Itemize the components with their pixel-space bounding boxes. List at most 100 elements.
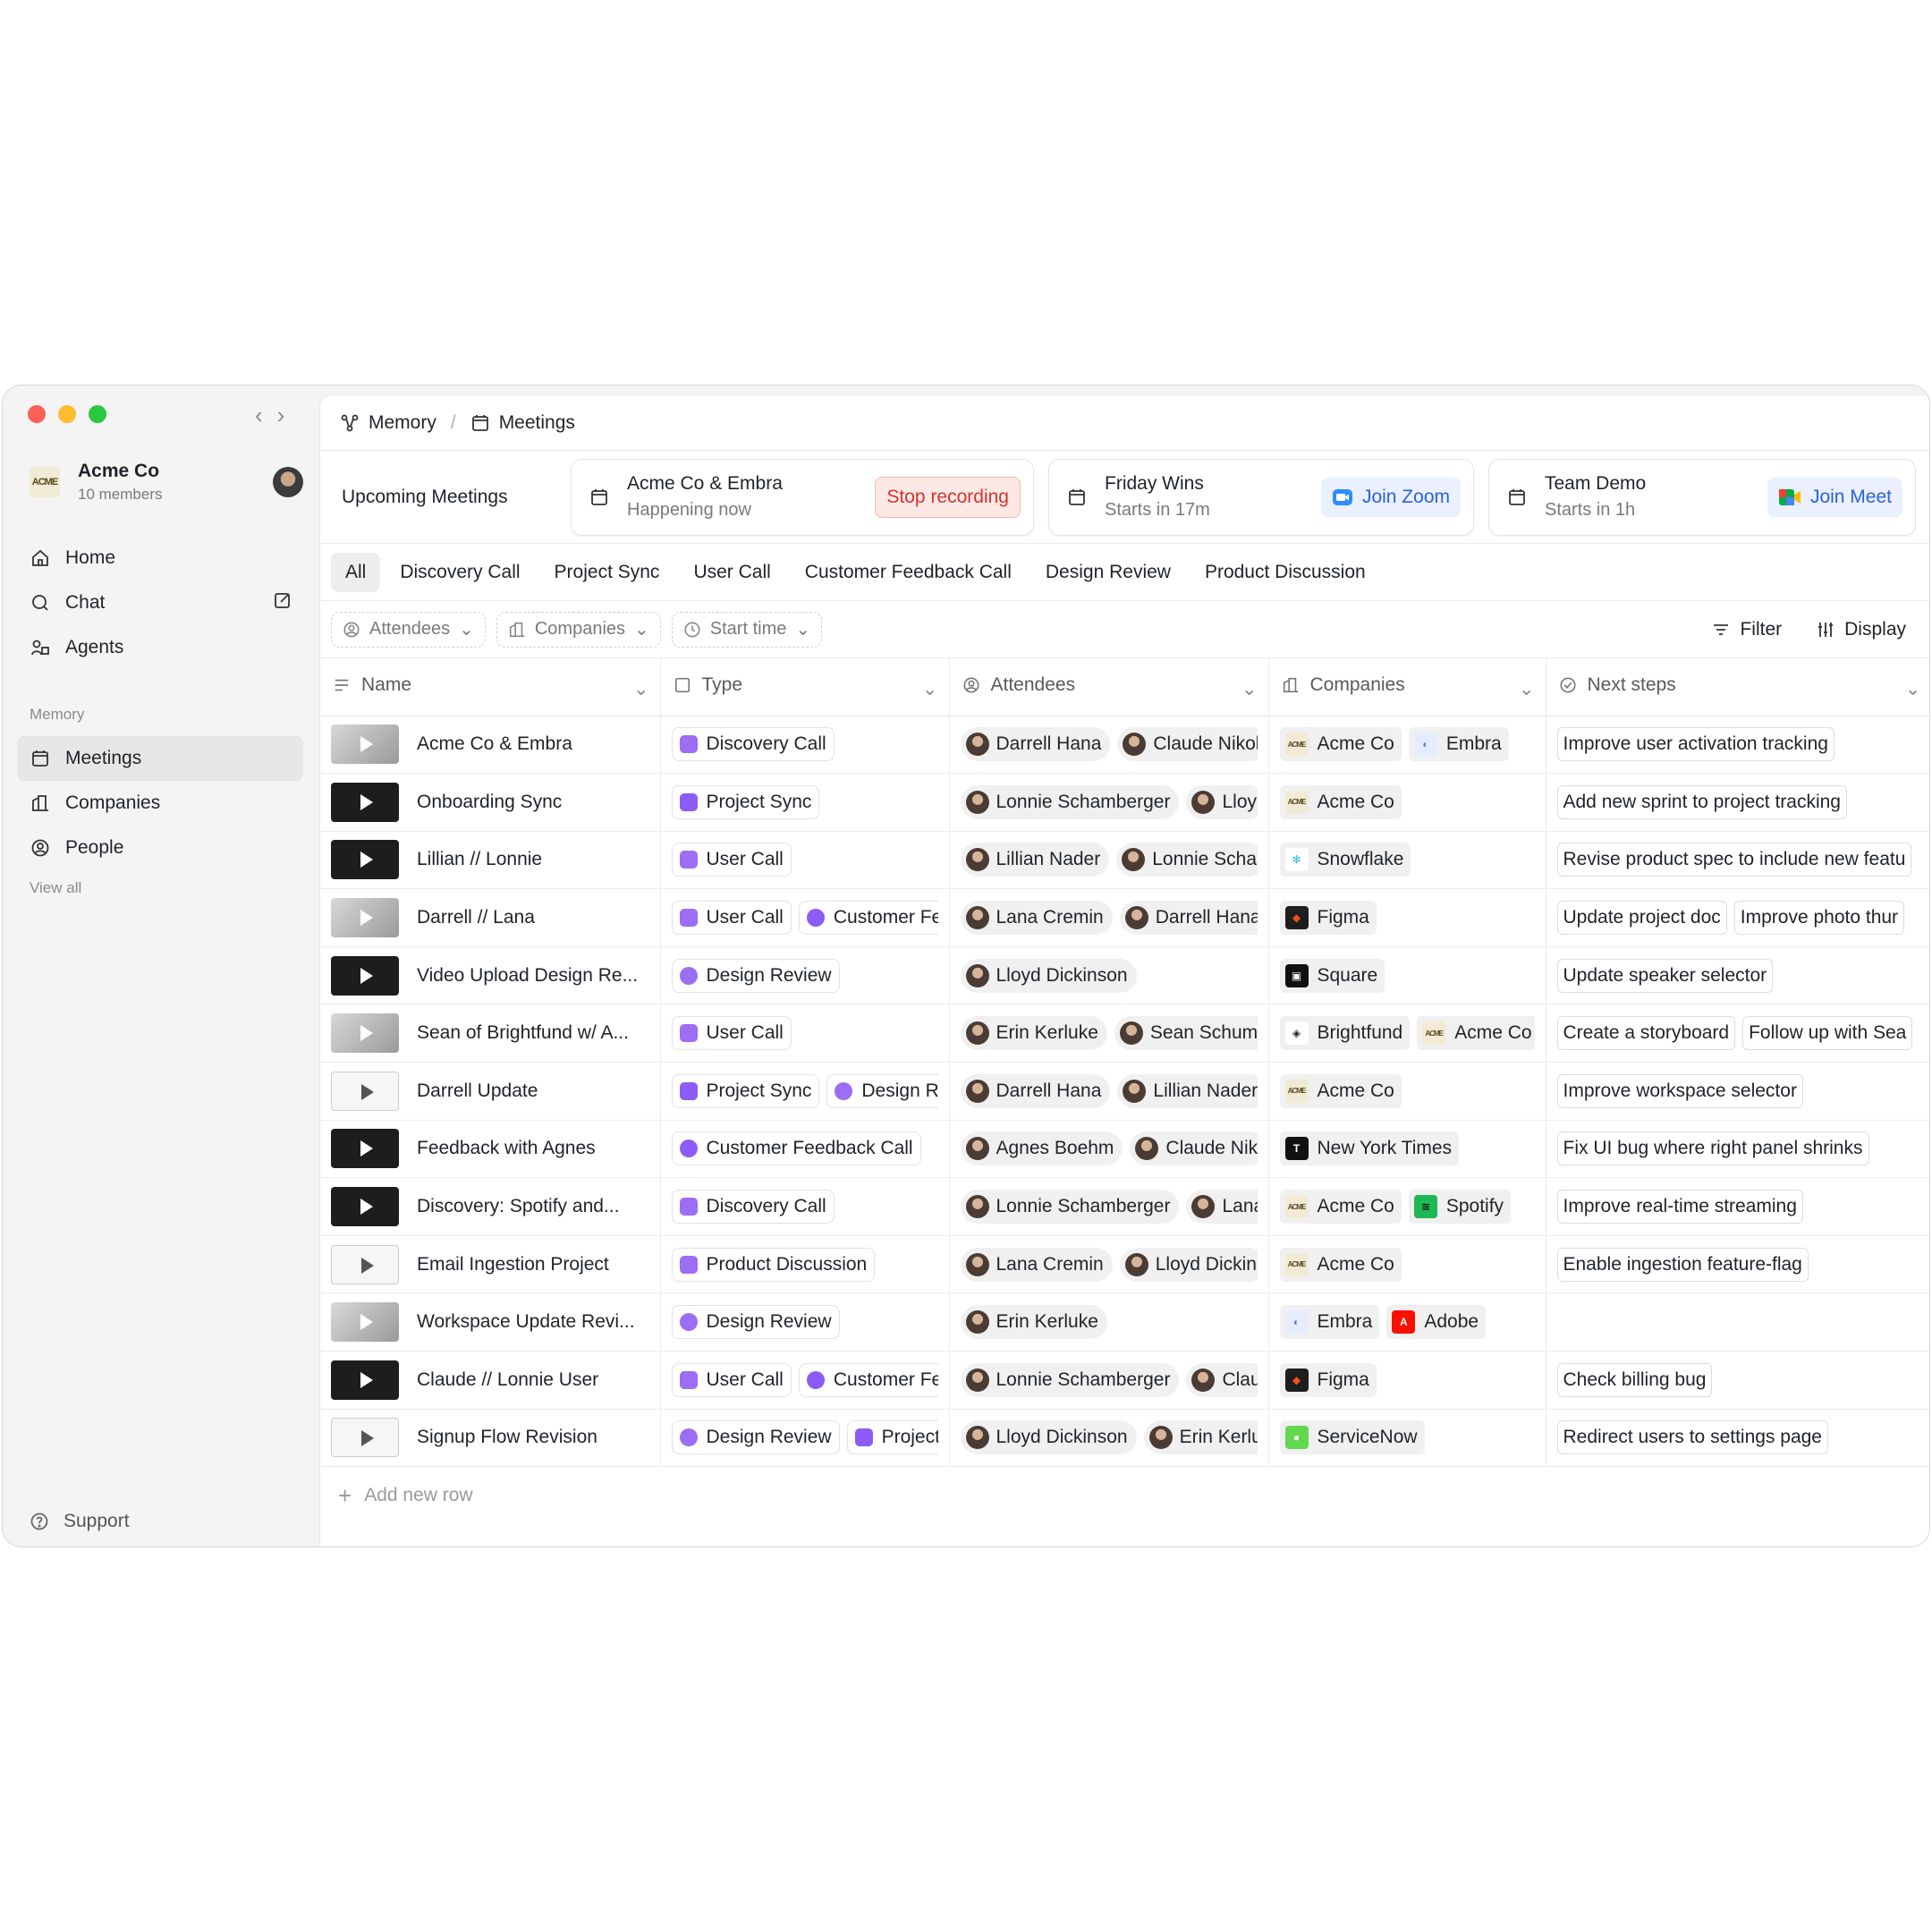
companies-cell[interactable]: ◐ Embra A Adobe (1268, 1292, 1546, 1352)
type-cell[interactable]: Design Review Project (660, 1409, 950, 1468)
attendees-cell[interactable]: Lloyd Dickinson (949, 946, 1269, 1005)
sidebar-item-meetings[interactable]: Meetings (17, 736, 303, 781)
breadcrumb-root[interactable]: Memory (369, 412, 436, 434)
recording-thumbnail-icon[interactable] (331, 1360, 399, 1400)
table-row[interactable]: Feedback with Agnes Customer Feedback Cal… (320, 1120, 1929, 1179)
next-steps-cell[interactable]: Revise product spec to include new featu (1546, 831, 1929, 890)
start-time-filter[interactable]: Start time ⌄ (671, 611, 823, 648)
chevron-down-icon[interactable]: ⌄ (1905, 678, 1921, 700)
company-chip[interactable]: ACME Acme Co (1279, 1190, 1402, 1224)
attendees-cell[interactable]: Lonnie Schamberger Lloy (949, 773, 1269, 832)
company-chip[interactable]: ACME Acme Co (1279, 784, 1402, 819)
attendees-cell[interactable]: Lonnie Schamberger Clau (949, 1351, 1269, 1410)
next-step-chip[interactable]: Update speaker selector (1556, 958, 1774, 993)
sidebar-item-people[interactable]: People (17, 826, 303, 870)
company-chip[interactable]: ≋ Spotify (1408, 1190, 1512, 1224)
company-chip[interactable]: ◆ Figma (1279, 901, 1377, 936)
next-step-chip[interactable]: Follow up with Sea (1742, 1016, 1913, 1051)
attendee-chip[interactable]: Claude Nik (1130, 1131, 1258, 1166)
next-steps-cell[interactable]: Improve user activation tracking (1546, 716, 1929, 775)
next-steps-cell[interactable]: Redirect users to settings page (1546, 1409, 1929, 1468)
tab-discovery-call[interactable]: Discovery Call (386, 553, 534, 592)
table-row[interactable]: Discovery: Spotify and... Discovery Call L… (320, 1177, 1929, 1236)
table-row[interactable]: Workspace Update Revi... Design Review Eri… (320, 1292, 1929, 1352)
next-step-chip[interactable]: Fix UI bug where right panel shrinks (1556, 1131, 1869, 1166)
attendee-chip[interactable]: Lillian Nader (1117, 1073, 1258, 1108)
attendee-chip[interactable]: Lloyd Dickinson (960, 1420, 1137, 1455)
company-chip[interactable]: ACME Acme Co (1279, 1073, 1402, 1108)
attendee-chip[interactable]: Clau (1186, 1362, 1258, 1397)
attendee-chip[interactable]: Sean Schumi (1114, 1016, 1258, 1051)
chevron-down-icon[interactable]: ⌄ (633, 678, 649, 700)
recording-thumbnail-icon[interactable] (331, 782, 399, 822)
tab-all[interactable]: All (331, 552, 381, 592)
table-row[interactable]: Email Ingestion Project Product Discussio… (320, 1235, 1929, 1294)
display-button[interactable]: Display (1816, 619, 1906, 640)
table-row[interactable]: Darrell // Lana User Call Customer Fe Lana … (320, 888, 1929, 947)
name-cell[interactable]: Darrell // Lana (320, 888, 661, 947)
companies-cell[interactable]: ACME Acme Co (1268, 1235, 1546, 1294)
attendees-cell[interactable]: Lonnie Schamberger Lana (949, 1177, 1269, 1236)
chevron-down-icon[interactable]: ⌄ (1519, 678, 1535, 700)
name-cell[interactable]: Signup Flow Revision (320, 1409, 661, 1468)
next-steps-cell[interactable]: Update speaker selector (1546, 946, 1929, 1005)
new-chat-icon[interactable] (273, 590, 292, 615)
attendee-chip[interactable]: Agnes Boehm (960, 1131, 1123, 1166)
next-step-chip[interactable]: Improve photo thur (1733, 901, 1905, 936)
column-header-attendees[interactable]: Attendees ⌄ (949, 658, 1269, 716)
next-steps-cell[interactable]: Improve workspace selector (1546, 1062, 1929, 1121)
recording-thumbnail-icon[interactable] (331, 1129, 399, 1169)
company-chip[interactable]: A Adobe (1386, 1305, 1487, 1340)
companies-cell[interactable]: ✻ Snowflake (1268, 831, 1546, 890)
attendee-chip[interactable]: Erin Kerluke (960, 1305, 1107, 1340)
table-row[interactable]: Signup Flow Revision Design Review Project… (320, 1409, 1929, 1468)
companies-cell[interactable]: ACME Acme Co ◐ Embra (1268, 716, 1546, 775)
next-step-chip[interactable]: Improve workspace selector (1556, 1073, 1803, 1108)
companies-cell[interactable]: ACME Acme Co (1268, 1062, 1546, 1121)
forward-arrow-icon[interactable]: › (277, 402, 285, 429)
next-steps-cell[interactable] (1546, 1292, 1929, 1352)
type-cell[interactable]: Design Review (660, 946, 950, 1005)
company-chip[interactable]: ACME Acme Co (1417, 1016, 1535, 1051)
attendees-cell[interactable]: Lloyd Dickinson Erin Kerlu (949, 1409, 1269, 1468)
tab-customer-feedback-call[interactable]: Customer Feedback Call (791, 553, 1026, 592)
name-cell[interactable]: Feedback with Agnes (320, 1120, 661, 1179)
recording-thumbnail-icon[interactable] (331, 1013, 399, 1054)
tab-user-call[interactable]: User Call (679, 553, 784, 592)
support-link[interactable]: Support (30, 1511, 130, 1532)
next-steps-cell[interactable]: Update project doc Improve photo thur (1546, 888, 1929, 947)
name-cell[interactable]: Darrell Update (320, 1062, 661, 1121)
upcoming-meeting-card[interactable]: Team Demo Starts in 1h Join Meet (1488, 458, 1916, 536)
attendee-chip[interactable]: Darrell Hana (960, 727, 1111, 762)
attendees-cell[interactable]: Lana Cremin Darrell Hana (949, 888, 1269, 947)
companies-cell[interactable]: ◆ Figma (1268, 888, 1546, 947)
attendees-cell[interactable]: Darrell Hana Lillian Nader (949, 1062, 1269, 1121)
companies-cell[interactable]: ▣ Square (1268, 946, 1546, 1005)
next-steps-cell[interactable]: Improve real-time streaming (1546, 1177, 1929, 1236)
attendee-chip[interactable]: Lonnie Scha (1116, 843, 1258, 877)
next-steps-cell[interactable]: Add new sprint to project tracking (1546, 773, 1929, 832)
next-steps-cell[interactable]: Fix UI bug where right panel shrinks (1546, 1120, 1929, 1179)
attendees-cell[interactable]: Agnes Boehm Claude Nik (949, 1120, 1269, 1179)
recording-thumbnail-icon[interactable] (331, 1071, 399, 1111)
close-window-button[interactable] (28, 405, 46, 423)
attendee-chip[interactable]: Claude Nikol (1117, 727, 1258, 762)
attendees-cell[interactable]: Darrell Hana Claude Nikol (949, 716, 1269, 775)
tab-project-sync[interactable]: Project Sync (540, 553, 674, 592)
next-step-chip[interactable]: Improve real-time streaming (1556, 1190, 1803, 1224)
maximize-window-button[interactable] (89, 405, 106, 423)
table-row[interactable]: Video Upload Design Re... Design Review Ll… (320, 946, 1929, 1005)
type-cell[interactable]: Project Sync (660, 773, 950, 832)
next-step-chip[interactable]: Redirect users to settings page (1556, 1420, 1828, 1455)
companies-filter[interactable]: Companies ⌄ (496, 611, 661, 648)
next-step-chip[interactable]: Create a storyboard (1556, 1016, 1736, 1051)
user-avatar[interactable] (273, 467, 303, 497)
type-cell[interactable]: User Call (660, 1004, 950, 1063)
back-arrow-icon[interactable]: ‹ (255, 402, 263, 429)
table-row[interactable]: Darrell Update Project Sync Design R Darrel… (320, 1062, 1929, 1121)
recording-thumbnail-icon[interactable] (331, 955, 399, 996)
attendee-chip[interactable]: Lonnie Schamberger (960, 1362, 1180, 1397)
company-chip[interactable]: ✻ Snowflake (1279, 843, 1411, 877)
sidebar-item-companies[interactable]: Companies (17, 781, 303, 826)
sidebar-item-home[interactable]: Home (17, 536, 303, 580)
